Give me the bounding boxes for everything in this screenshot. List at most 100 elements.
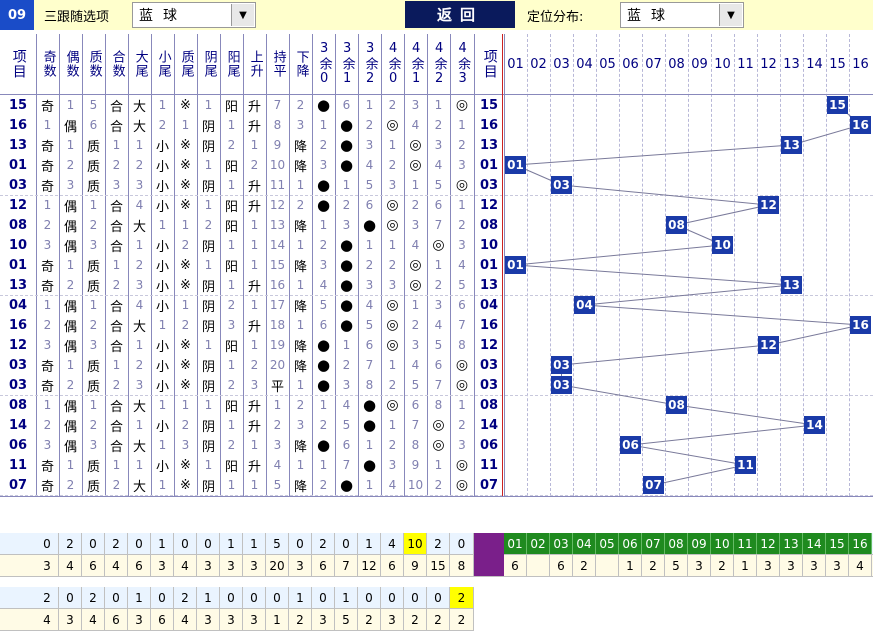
stats2-history-row-value: 2 <box>358 609 381 630</box>
column-header: 下降 <box>289 34 312 94</box>
row-cell: 2 <box>66 158 75 172</box>
column-header: 项目 <box>0 34 36 94</box>
stats-history-row-value: 3 <box>151 555 174 576</box>
row-cell: 1 <box>204 98 213 112</box>
row-cell: 小 <box>155 199 169 215</box>
row-cell: 3 <box>411 338 420 352</box>
row-cell: 阴 <box>201 319 215 335</box>
stats2-history-row-value: 3 <box>220 609 243 630</box>
count-number-value: 2 <box>711 555 734 576</box>
filter-select[interactable]: 蓝球 ▼ <box>132 2 256 28</box>
row-cell: 1 <box>43 198 52 212</box>
row-cell: 1 <box>388 418 397 432</box>
stats-current-row-value: 1 <box>220 533 243 554</box>
row-issue-right: 01 <box>479 257 499 273</box>
row-cell: 1 <box>227 278 236 292</box>
grid-divider <box>550 34 551 496</box>
row-cell: 小 <box>155 359 169 375</box>
row-cell: 合 <box>109 339 123 355</box>
row-cell: 质 <box>86 179 100 195</box>
row-cell: ◎ <box>432 237 445 253</box>
row-cell: 4 <box>434 158 443 172</box>
row-issue: 16 <box>8 117 28 133</box>
filter-value: 蓝球 <box>139 8 187 24</box>
row-cell: 1 <box>319 118 328 132</box>
stats-current-row-value: 0 <box>335 533 358 554</box>
grid-divider <box>711 34 712 496</box>
column-header: 3余0 <box>312 34 335 94</box>
position-select[interactable]: 蓝球 ▼ <box>620 2 744 28</box>
row-issue: 16 <box>8 317 28 333</box>
row-cell: 2 <box>250 158 259 172</box>
row-cell: 大 <box>132 99 146 115</box>
row-cell: 1 <box>296 458 305 472</box>
row-cell: 8 <box>273 118 282 132</box>
row-issue-right: 01 <box>479 157 499 173</box>
row-cell: 大 <box>132 119 146 135</box>
column-header: 偶数 <box>59 34 82 94</box>
row-cell: 阳 <box>224 339 238 355</box>
column-header: 项目 <box>474 34 504 94</box>
row-issue: 14 <box>8 417 28 433</box>
stats-history-row-value: 4 <box>105 555 128 576</box>
stats2-history-row-label <box>0 609 36 630</box>
row-cell: ● <box>316 96 331 114</box>
stats-history-row-value: 20 <box>266 555 289 576</box>
row-cell: ● <box>316 376 331 394</box>
number-header: 15 <box>826 34 849 94</box>
row-cell: 1 <box>250 478 259 492</box>
row-cell: 奇 <box>40 99 54 115</box>
row-cell: 11 <box>269 178 286 192</box>
number-header: 06 <box>619 34 642 94</box>
row-issue: 03 <box>8 177 28 193</box>
row-cell: 1 <box>250 338 259 352</box>
row-cell: 阴 <box>201 359 215 375</box>
row-cell: 6 <box>434 198 443 212</box>
row-cell: ● <box>339 316 354 334</box>
row-cell: 1 <box>250 138 259 152</box>
count-number-header: 10 <box>711 533 734 554</box>
row-cell: 小 <box>155 339 169 355</box>
row-cell: 1 <box>112 358 121 372</box>
row-cell: 1 <box>296 378 305 392</box>
row-cell: 5 <box>273 478 282 492</box>
row-cell: 偶 <box>63 319 77 335</box>
number-header: 14 <box>803 34 826 94</box>
row-cell: 3 <box>319 258 328 272</box>
return-button[interactable]: 返回 <box>405 1 515 28</box>
stats-gap <box>0 577 873 586</box>
row-cell: 2 <box>112 378 121 392</box>
row-cell: ※ <box>180 277 191 293</box>
stats-current-row-value: 2 <box>59 533 82 554</box>
stats2-history-row-value: 5 <box>335 609 358 630</box>
number-hit: 13 <box>781 136 802 154</box>
number-header: 01 <box>504 34 527 94</box>
row-cell: 1 <box>434 258 443 272</box>
row-issue: 01 <box>8 157 28 173</box>
row-cell: 5 <box>434 338 443 352</box>
row-cell: 4 <box>365 158 374 172</box>
row-cell: 13 <box>269 218 286 232</box>
row-cell: 2 <box>388 378 397 392</box>
row-cell: 1 <box>250 238 259 252</box>
row-cell: 3 <box>273 438 282 452</box>
count-number-header: 07 <box>642 533 665 554</box>
stats-history-row-value: 12 <box>358 555 381 576</box>
row-cell: 降 <box>293 479 307 495</box>
row-cell: 1 <box>227 118 236 132</box>
row-cell: 合 <box>109 399 123 415</box>
row-cell: 1 <box>135 138 144 152</box>
row-cell: ※ <box>180 357 191 373</box>
row-cell: 升 <box>247 199 261 215</box>
row-cell: 2 <box>365 118 374 132</box>
row-cell: 1 <box>66 358 75 372</box>
chevron-down-icon[interactable]: ▼ <box>231 4 254 26</box>
row-cell: 1 <box>250 258 259 272</box>
count-number-header: 13 <box>780 533 803 554</box>
row-cell: 质 <box>86 479 100 495</box>
row-cell: 阴 <box>201 239 215 255</box>
row-cell: 2 <box>273 418 282 432</box>
row-cell: 1 <box>135 238 144 252</box>
chevron-down-icon[interactable]: ▼ <box>719 4 742 26</box>
column-header: 阳尾 <box>220 34 243 94</box>
